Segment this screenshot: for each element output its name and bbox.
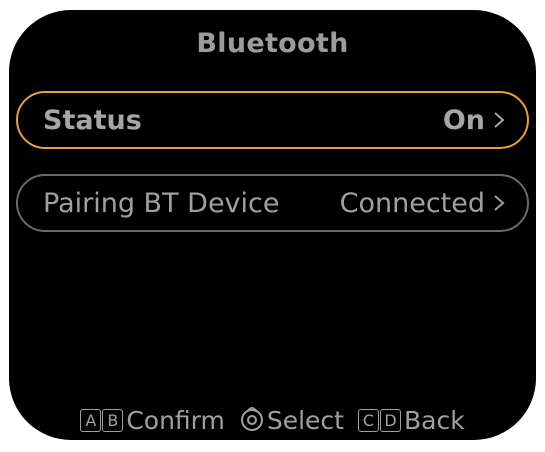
key-c-icon: C — [357, 408, 379, 432]
select-hint: Select — [239, 406, 344, 435]
menu-item-value: On — [442, 104, 485, 136]
footer-hints: A B Confirm Select C D Back — [9, 400, 536, 440]
back-hint: C D Back — [357, 405, 465, 435]
confirm-label: Confirm — [126, 405, 225, 435]
dial-icon — [240, 407, 263, 431]
key-a-icon: A — [80, 408, 102, 432]
device-screen: Bluetooth Status On Pairing BT Device Co… — [9, 10, 536, 440]
menu-item-status[interactable]: Status On — [16, 91, 529, 149]
back-label: Back — [403, 405, 465, 435]
chevron-right-icon — [494, 195, 505, 211]
menu-item-pairing-bt-device[interactable]: Pairing BT Device Connected — [16, 174, 529, 232]
select-label: Select — [266, 405, 344, 435]
confirm-hint: A B Confirm — [80, 406, 225, 435]
chevron-right-icon — [494, 112, 505, 128]
key-d-icon: D — [379, 408, 401, 432]
menu-item-value: Connected — [339, 187, 485, 219]
menu-item-label: Pairing BT Device — [43, 187, 280, 219]
page-title: Bluetooth — [196, 28, 349, 59]
menu-item-label: Status — [43, 104, 142, 136]
key-b-icon: B — [102, 408, 124, 432]
